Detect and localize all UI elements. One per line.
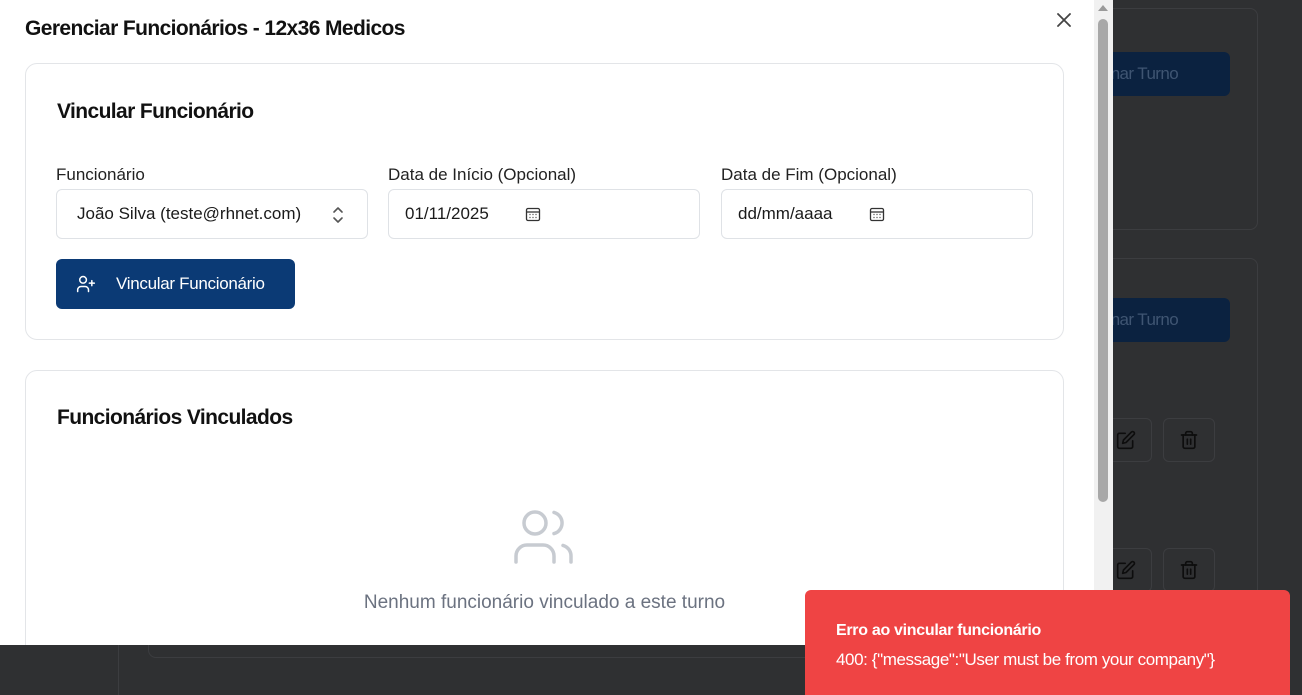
employee-label: Funcionário — [56, 165, 145, 184]
linked-employees-title: Funcionários Vinculados — [57, 406, 293, 429]
toast-title: Erro ao vincular funcionário — [836, 622, 1041, 639]
end-date-input[interactable]: dd/mm/aaaa — [721, 189, 1033, 239]
link-employee-button[interactable]: Vincular Funcionário — [56, 259, 295, 309]
calendar-icon[interactable] — [525, 206, 541, 222]
close-icon[interactable] — [1054, 10, 1074, 30]
trash-icon[interactable] — [1163, 418, 1215, 462]
start-date-label: Data de Início (Opcional) — [388, 165, 577, 184]
user-plus-icon — [76, 275, 96, 293]
chevron-up-down-icon — [331, 206, 345, 224]
dialog-title: Gerenciar Funcionários - 12x36 Medicos — [25, 17, 405, 40]
link-employee-card: Vincular Funcionário Funcionário João Si… — [25, 63, 1064, 340]
start-date-value: 01/11/2025 — [405, 204, 489, 223]
scroll-thumb[interactable] — [1098, 19, 1108, 502]
error-toast[interactable]: Erro ao vincular funcionário 400: {"mess… — [805, 590, 1290, 695]
link-employee-title: Vincular Funcionário — [57, 100, 254, 123]
calendar-icon[interactable] — [869, 206, 885, 222]
trash-icon[interactable] — [1163, 548, 1215, 592]
scroll-up-arrow-icon[interactable] — [1098, 5, 1108, 11]
employee-select[interactable]: João Silva (teste@rhnet.com) — [56, 189, 368, 239]
users-icon — [514, 509, 574, 565]
scrollbar[interactable] — [1094, 0, 1113, 645]
end-date-placeholder: dd/mm/aaaa — [738, 204, 833, 223]
employee-select-value: João Silva (teste@rhnet.com) — [77, 204, 302, 223]
link-employee-button-label: Vincular Funcionário — [116, 274, 265, 293]
toast-message: 400: {"message":"User must be from your … — [836, 650, 1215, 669]
manage-employees-dialog: Gerenciar Funcionários - 12x36 Medicos V… — [0, 0, 1113, 645]
end-date-label: Data de Fim (Opcional) — [721, 165, 897, 184]
start-date-input[interactable]: 01/11/2025 — [388, 189, 700, 239]
